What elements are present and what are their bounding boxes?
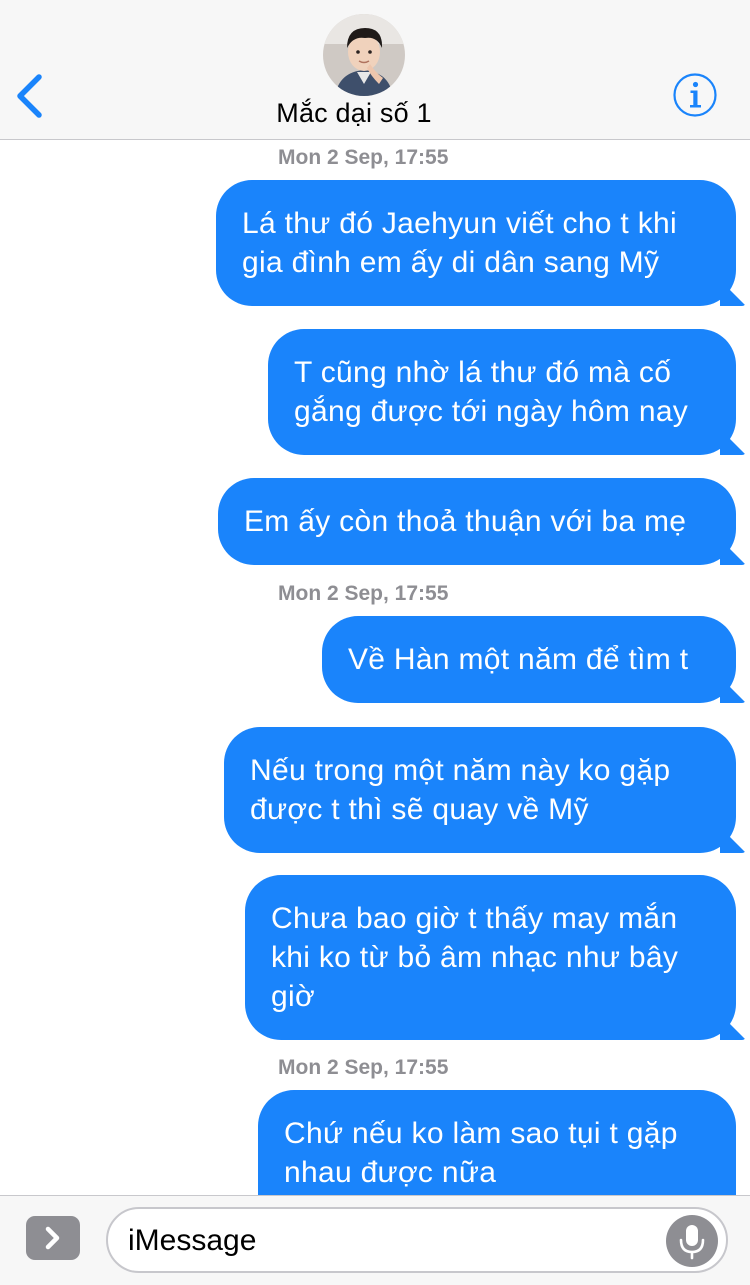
message-input-bar: iMessage [0, 1195, 750, 1285]
message-text: Nếu trong một năm này ko gặp được t thì … [250, 754, 671, 826]
apps-button[interactable] [26, 1216, 80, 1260]
contact-name[interactable]: Mắc dại số 1 [0, 98, 708, 129]
message-bubble[interactable]: Lá thư đó Jaehyun viết cho t khi gia đìn… [216, 180, 736, 306]
conversation-header: Mắc dại số 1 [0, 0, 750, 140]
info-icon [673, 73, 717, 117]
message-bubble[interactable]: Nếu trong một năm này ko gặp được t thì … [224, 727, 736, 853]
chevron-right-icon [45, 1226, 60, 1250]
message-text: Lá thư đó Jaehyun viết cho t khi gia đìn… [242, 207, 677, 279]
microphone-button[interactable] [666, 1215, 718, 1267]
details-button[interactable] [672, 72, 718, 118]
message-text: Chưa bao giờ t thấy may mắn khi ko từ bỏ… [271, 902, 679, 1013]
message-bubble[interactable]: Chưa bao giờ t thấy may mắn khi ko từ bỏ… [245, 875, 736, 1040]
message-text: Về Hàn một năm để tìm t [348, 643, 689, 676]
message-bubble[interactable]: Chứ nếu ko làm sao tụi t gặp nhau được n… [258, 1090, 736, 1195]
message-text: Chứ nếu ko làm sao tụi t gặp nhau được n… [284, 1117, 678, 1189]
contact-avatar[interactable] [323, 14, 405, 96]
message-bubble[interactable]: Về Hàn một năm để tìm t [322, 616, 736, 703]
message-bubble[interactable]: T cũng nhờ lá thư đó mà cố gắng được tới… [268, 329, 736, 455]
avatar-photo [323, 14, 405, 96]
message-timestamp: Mon 2 Sep, 17:55 [278, 582, 449, 605]
message-thread[interactable]: Mon 2 Sep, 17:55 Lá thư đó Jaehyun viết … [0, 140, 750, 1195]
message-input[interactable]: iMessage [106, 1207, 728, 1273]
message-timestamp: Mon 2 Sep, 17:55 [278, 146, 449, 169]
message-text: Em ấy còn thoả thuận với ba mẹ [244, 505, 687, 538]
message-timestamp: Mon 2 Sep, 17:55 [278, 1056, 449, 1079]
message-bubble[interactable]: Em ấy còn thoả thuận với ba mẹ [218, 478, 736, 565]
message-text: T cũng nhờ lá thư đó mà cố gắng được tới… [294, 356, 689, 428]
message-input-placeholder: iMessage [128, 1224, 257, 1257]
microphone-icon [679, 1225, 705, 1260]
